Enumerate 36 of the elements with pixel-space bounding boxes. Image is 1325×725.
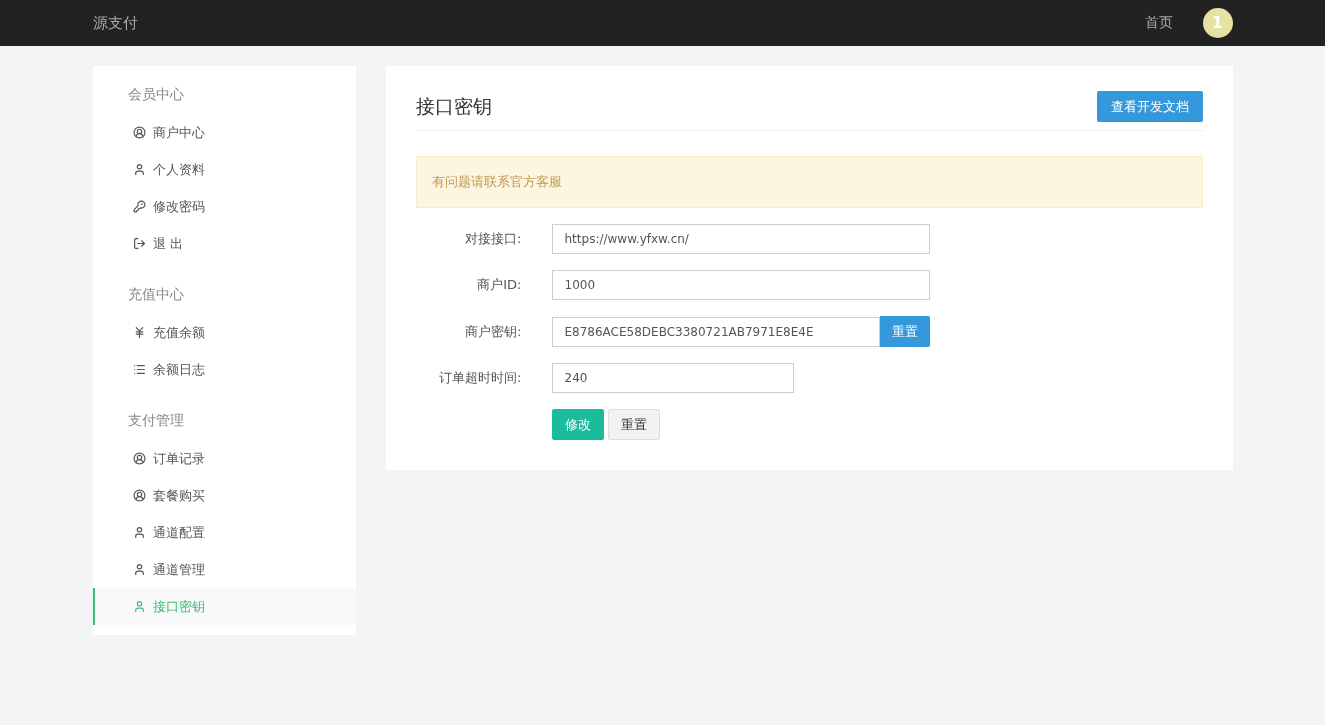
user-icon bbox=[132, 563, 146, 576]
sidebar-group-title: 会员中心 bbox=[126, 85, 185, 104]
sidebar-item[interactable]: 套餐购买 bbox=[92, 477, 356, 514]
sidebar-item[interactable]: 商户中心 bbox=[92, 114, 356, 151]
alert-message: 有问题请联系官方客服 bbox=[415, 156, 1203, 208]
sidebar-item[interactable]: 通道配置 bbox=[92, 514, 356, 551]
field-label: 商户ID: bbox=[476, 276, 522, 294]
input-field[interactable]: 1000 bbox=[551, 270, 930, 300]
sidebar-item[interactable]: 修改密码 bbox=[92, 188, 356, 225]
input-field[interactable]: https://www.yfxw.cn/ bbox=[551, 224, 930, 254]
sidebar-group-title: 充值中心 bbox=[126, 285, 185, 304]
sidebar-item[interactable]: 充值余额 bbox=[92, 314, 356, 351]
field-label: 对接接口: bbox=[464, 230, 522, 248]
user-icon bbox=[132, 526, 146, 539]
user-circle-icon bbox=[132, 126, 146, 139]
field-label: 订单超时时间: bbox=[438, 369, 522, 387]
user-icon bbox=[132, 600, 146, 613]
brand-name[interactable]: 源支付 bbox=[92, 13, 1145, 33]
list-icon bbox=[132, 363, 146, 376]
user-icon bbox=[132, 163, 146, 176]
sidebar-item[interactable]: 余额日志 bbox=[92, 351, 356, 388]
key-icon bbox=[132, 200, 146, 213]
field-label: 商户密钥: bbox=[464, 322, 522, 341]
input-field[interactable]: 240 bbox=[551, 363, 794, 393]
panel-title: 接口密钥 bbox=[415, 93, 492, 119]
sidebar-group-title: 支付管理 bbox=[126, 411, 185, 430]
sidebar-item[interactable]: 通道管理 bbox=[92, 551, 356, 588]
sidebar-item[interactable]: 订单记录 bbox=[92, 440, 356, 477]
nav-link[interactable]: 首页 bbox=[1144, 14, 1173, 32]
sidebar-item[interactable]: 个人资料 bbox=[92, 151, 356, 188]
reset-button[interactable]: 重置 bbox=[607, 409, 660, 440]
logout-icon bbox=[132, 237, 146, 250]
sidebar-item[interactable]: 退 出 bbox=[92, 225, 356, 262]
user-circle-icon bbox=[132, 489, 146, 502]
input-field[interactable]: E8786ACE58DEBC3380721AB7971E8E4E bbox=[551, 316, 880, 347]
user-circle-icon bbox=[132, 452, 146, 465]
